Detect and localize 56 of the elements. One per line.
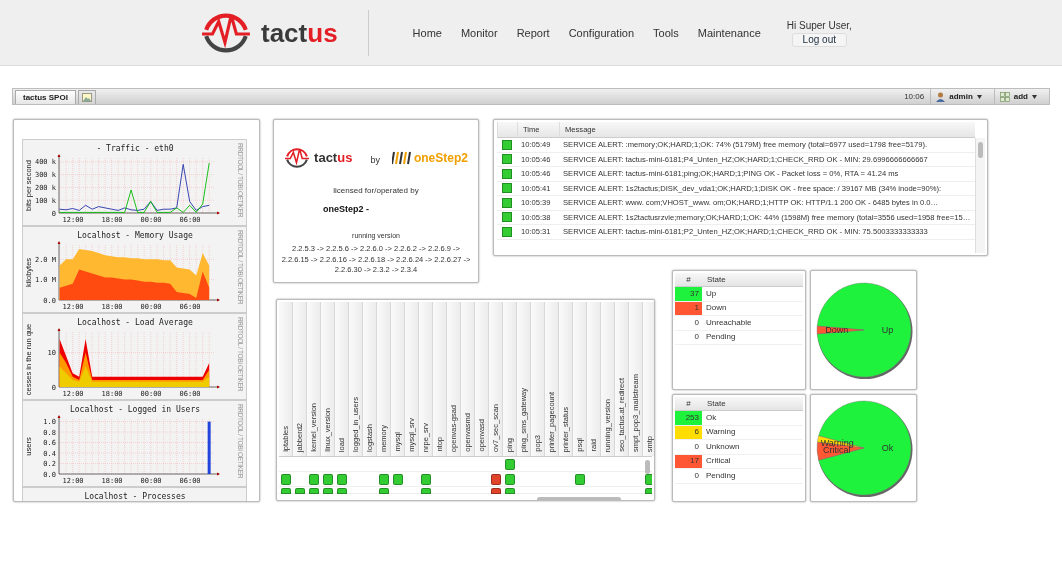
- nav-link[interactable]: Tools: [653, 23, 679, 42]
- count-cell-text: 0: [693, 440, 700, 453]
- state-cell-text: Pending: [705, 469, 737, 482]
- add-menu[interactable]: add: [993, 89, 1043, 104]
- nav-link[interactable]: Configuration: [568, 23, 635, 42]
- image-tab[interactable]: [77, 90, 96, 104]
- graph-title: Localhost - Logged in Users: [70, 405, 200, 414]
- count-cell: 253: [675, 411, 702, 425]
- logo-text: tactus: [314, 149, 353, 168]
- state-cell-text: Unreachable: [705, 316, 753, 329]
- scrollbar-thumb[interactable]: [645, 460, 650, 474]
- stripes-icon: [391, 150, 414, 166]
- count-cell-text: 0: [693, 316, 700, 329]
- graph-title: - Traffic - eth0: [96, 144, 174, 153]
- state-cell-text: Up: [705, 287, 718, 300]
- nav-link[interactable]: Home: [412, 23, 442, 42]
- user-icon: [936, 91, 946, 102]
- grid-icon: [999, 91, 1010, 102]
- graph-title: Localhost - Processes: [84, 492, 186, 501]
- greeting-text: Hi Super User,: [786, 19, 852, 33]
- caret-icon: [1032, 94, 1037, 99]
- bar: [207, 421, 211, 474]
- slice-label: Up: [881, 325, 893, 335]
- nav-link[interactable]: Maintenance: [697, 23, 761, 42]
- column-header: #: [685, 397, 692, 410]
- state-cell-text: Ok: [705, 411, 718, 424]
- scrollbar-thumb[interactable]: [978, 142, 983, 158]
- caret-icon: [976, 94, 982, 99]
- logout-button[interactable]: Log out: [791, 33, 847, 47]
- column-header: State: [706, 397, 727, 410]
- count-cell-text: 0: [693, 469, 700, 482]
- slice-label: Ok: [881, 443, 893, 453]
- license-text: licensed for/operated by: [333, 185, 419, 197]
- nav-link[interactable]: Monitor: [460, 23, 498, 42]
- partner-logo-text: oneStep2: [413, 150, 468, 167]
- logo-text: tactus: [261, 19, 338, 46]
- slice-label: Down: [824, 325, 848, 335]
- licensee-text: oneStep2 -: [323, 203, 369, 216]
- scrollbar[interactable]: [975, 138, 985, 253]
- state-cell-text: Unknown: [705, 440, 741, 453]
- count-cell: 37: [675, 287, 702, 301]
- state-cell-text: Critical: [705, 455, 732, 468]
- user-menu[interactable]: admin: [930, 89, 988, 104]
- column-header: #: [685, 273, 692, 286]
- clock-text: 10:06: [904, 90, 925, 103]
- logo-icon: [284, 145, 311, 171]
- graph-title: Localhost - Load Average: [77, 318, 193, 327]
- state-cell-text: Pending: [705, 331, 737, 344]
- state-cell-text: Down: [705, 302, 728, 315]
- nav-link[interactable]: Report: [516, 23, 550, 42]
- graph-title: Localhost - Memory Usage: [77, 231, 193, 240]
- by-text: by: [370, 154, 380, 168]
- state-cell-text: Warning: [705, 426, 737, 439]
- count-cell-text: 0: [693, 331, 700, 344]
- column-header: State: [706, 273, 727, 286]
- tab[interactable]: tactus SPOI: [15, 90, 76, 104]
